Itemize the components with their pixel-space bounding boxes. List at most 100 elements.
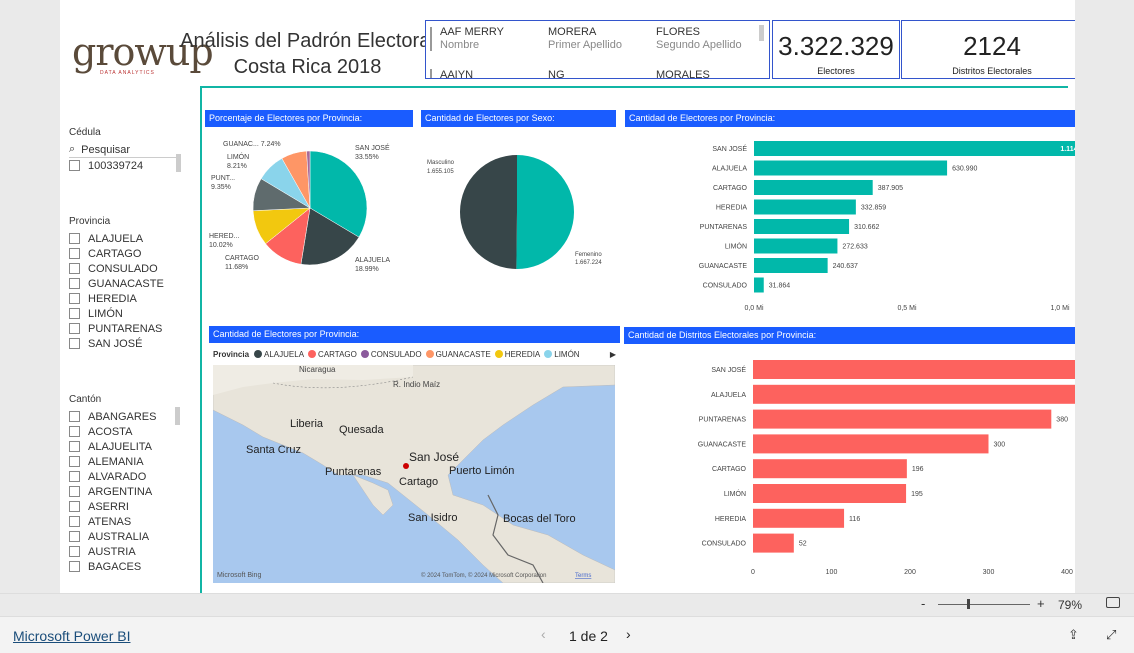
checkbox-icon[interactable] (69, 293, 80, 304)
zoom-slider[interactable] (938, 604, 1030, 605)
provincia-item[interactable]: SAN JOSÉ (69, 336, 181, 351)
bar[interactable] (754, 180, 873, 195)
checkbox-icon[interactable] (69, 263, 80, 274)
prev-page-icon[interactable]: ‹ (541, 626, 546, 642)
map-legend-item[interactable]: HEREDIA (494, 350, 540, 359)
card-scrollbar[interactable] (759, 25, 764, 41)
bar[interactable] (754, 160, 948, 176)
pie-slice[interactable] (516, 155, 574, 269)
canton-item[interactable]: ATENAS (69, 514, 181, 529)
provincia-item[interactable]: HEREDIA (69, 291, 181, 306)
pct-provincia-pie[interactable]: SAN JOSÉ 33.55% ALAJUELA 18.99% CARTAGO 11.68… (205, 130, 415, 280)
sexo-pie[interactable]: Femenino 1.667.224 Masculino 1.655.105 (421, 130, 621, 280)
canton-item[interactable]: ALAJUELITA (69, 439, 181, 454)
bar-value-label: 52 (799, 541, 807, 548)
canton-scrollbar[interactable] (175, 407, 180, 425)
fullscreen-icon[interactable]: ⤢ (1106, 627, 1116, 643)
checkbox-icon[interactable] (69, 338, 80, 349)
map-legend-item[interactable]: ALAJUELA (254, 350, 304, 359)
checkbox-icon[interactable] (69, 278, 80, 289)
electores-bar-chart[interactable]: SAN JOSÉ 1.114.779 ALAJUELA 630.990 CARTAGO 3… (625, 130, 1075, 320)
pie-label: ALAJUELA (355, 257, 390, 264)
title-line-2: Costa Rica 2018 (233, 56, 382, 78)
canton-item[interactable]: ACOSTA (69, 424, 181, 439)
bar[interactable] (753, 484, 907, 503)
cedula-search-input[interactable]: Pesquisar (81, 144, 130, 156)
checkbox-icon[interactable] (69, 456, 80, 467)
bar[interactable] (754, 141, 1075, 156)
report-page: growup DATA ANALYTICS Análisis del Padró… (60, 0, 1075, 593)
bar-category-label: GUANACASTE (698, 441, 747, 448)
canton-item[interactable]: ABANGARES (69, 409, 181, 424)
legend-next-arrow-icon[interactable]: ▶ (610, 350, 616, 359)
bar[interactable] (754, 258, 828, 273)
map-label: San José (409, 450, 459, 464)
fit-page-icon[interactable] (1106, 597, 1120, 608)
provincia-item[interactable]: PUNTARENAS (69, 321, 181, 336)
canton-item[interactable]: AUSTRIA (69, 544, 181, 559)
zoom-out-button[interactable]: - (921, 596, 925, 611)
bar[interactable] (754, 277, 764, 293)
checkbox-icon[interactable] (69, 308, 80, 319)
legend-label: CARTAGO (318, 349, 357, 359)
map-legend-item[interactable]: LIMÓN (544, 350, 580, 359)
primer-apellido-value: MORERA (548, 26, 597, 38)
canton-item[interactable]: ALVARADO (69, 469, 181, 484)
cedula-scrollbar[interactable] (176, 154, 181, 172)
bar[interactable] (754, 199, 856, 215)
provincia-item[interactable]: LIMÓN (69, 306, 181, 321)
frame-top-line (200, 86, 1068, 88)
bar[interactable] (754, 238, 838, 254)
bar[interactable] (754, 219, 850, 234)
distritos-bar-chart[interactable]: SAN JOSÉ446ALAJUELA439PUNTARENAS380GUANA… (624, 350, 1075, 585)
checkbox-icon[interactable] (69, 516, 80, 527)
canton-item[interactable]: BAGACES (69, 559, 181, 574)
bar[interactable] (753, 409, 1052, 429)
powerbi-link[interactable]: Microsoft Power BI (13, 628, 130, 644)
checkbox-icon[interactable] (69, 501, 80, 512)
checkbox-icon[interactable] (69, 546, 80, 557)
checkbox-icon[interactable] (69, 248, 80, 259)
bar[interactable] (753, 508, 845, 528)
share-icon[interactable]: ⇪ (1068, 627, 1079, 643)
pie-label: HERED... (209, 233, 239, 240)
provincia-item[interactable]: GUANACASTE (69, 276, 181, 291)
checkbox-icon[interactable] (69, 441, 80, 452)
canton-item[interactable]: ARGENTINA (69, 484, 181, 499)
provincia-item[interactable]: CARTAGO (69, 246, 181, 261)
bar[interactable] (753, 533, 794, 553)
map-legend-item[interactable]: CARTAGO (308, 350, 357, 359)
map-terms-link[interactable]: Terms (575, 573, 591, 579)
checkbox-icon[interactable] (69, 233, 80, 244)
next-page-icon[interactable]: › (626, 626, 631, 642)
zoom-in-button[interactable]: + (1037, 596, 1045, 611)
canton-item[interactable]: AUSTRALIA (69, 529, 181, 544)
bar[interactable] (753, 459, 907, 479)
slicer-cedula-title: Cédula (69, 127, 101, 138)
cedula-search[interactable]: ⌕ Pesquisar (69, 142, 177, 158)
checkbox-icon[interactable] (69, 486, 80, 497)
bar[interactable] (753, 384, 1075, 404)
checkbox-icon[interactable] (69, 471, 80, 482)
pie-slice[interactable] (459, 155, 517, 269)
checkbox-icon[interactable] (69, 160, 80, 171)
checkbox-icon[interactable] (69, 411, 80, 422)
map-legend-item[interactable]: GUANACASTE (425, 350, 491, 359)
provincia-item[interactable]: CONSULADO (69, 261, 181, 276)
checkbox-icon[interactable] (69, 561, 80, 572)
map-legend-item[interactable]: CONSULADO (360, 350, 422, 359)
legend-label: ALAJUELA (264, 349, 305, 359)
checkbox-icon[interactable] (69, 426, 80, 437)
canton-item[interactable]: ALEMANIA (69, 454, 181, 469)
zoom-bar: - + 79% (0, 593, 1134, 616)
cedula-item[interactable]: 100339724 (69, 158, 181, 173)
canton-item[interactable]: ASERRI (69, 499, 181, 514)
provincia-item[interactable]: ALAJUELA (69, 231, 181, 246)
map-visual[interactable]: Nicaragua R. Indio Maíz Liberia Quesada … (213, 365, 615, 583)
zoom-slider-thumb[interactable] (967, 599, 971, 609)
name-card[interactable]: AAF MERRY Nombre MORERA Primer Apellido … (425, 20, 770, 79)
bar[interactable] (753, 434, 989, 454)
checkbox-icon[interactable] (69, 531, 80, 542)
bar[interactable] (753, 360, 1075, 379)
checkbox-icon[interactable] (69, 323, 80, 334)
